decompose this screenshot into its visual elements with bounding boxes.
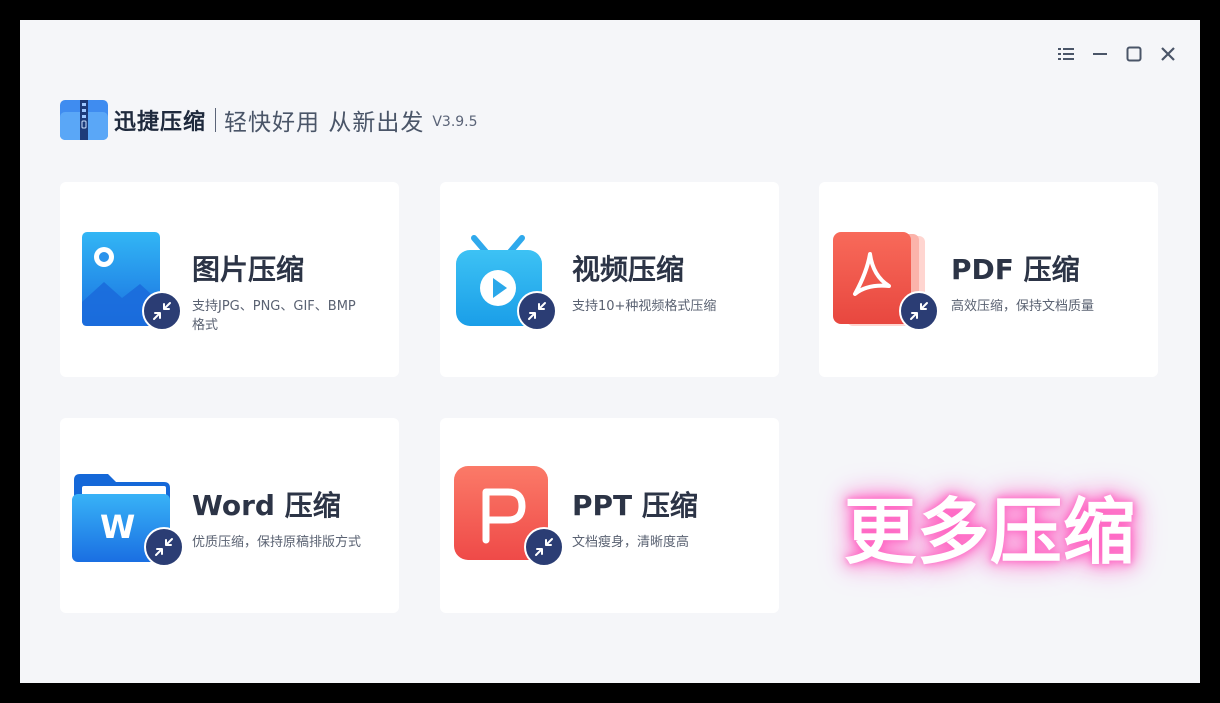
maximize-icon[interactable]	[1124, 44, 1144, 64]
more-compress-label: 更多压缩	[843, 489, 1136, 574]
app-logo-icon	[60, 100, 108, 140]
card-title: PDF 压缩	[951, 253, 1080, 286]
card-title: Word 压缩	[192, 489, 341, 522]
word-compress-card[interactable]: W Word 压缩 优质压缩，保持原稿排版方式	[60, 418, 399, 613]
ppt-compress-card[interactable]: PPT 压缩 文档瘦身，清晰度高	[440, 418, 779, 613]
card-title: 视频压缩	[572, 253, 685, 286]
app-slogan: 轻快好用 从新出发	[224, 110, 425, 136]
app-name: 迅捷压缩	[114, 110, 207, 135]
card-description: 优质压缩，保持原稿排版方式	[192, 535, 362, 550]
compress-badge-icon	[142, 291, 182, 331]
window-controls	[1056, 44, 1178, 64]
header-divider	[215, 108, 217, 132]
card-description: 支持10+种视频格式压缩	[572, 299, 717, 314]
pdf-compress-card[interactable]: PDF 压缩 高效压缩，保持文档质量	[819, 182, 1158, 377]
menu-icon[interactable]	[1056, 44, 1076, 64]
card-description: 高效压缩，保持文档质量	[951, 299, 1095, 314]
card-description: 支持JPG、PNG、GIF、BMP格式	[192, 299, 356, 333]
compress-badge-icon	[144, 527, 184, 567]
card-title: PPT 压缩	[572, 489, 698, 522]
compress-badge-icon	[517, 291, 557, 331]
card-description: 文档瘦身，清晰度高	[572, 535, 690, 550]
svg-text:W: W	[100, 508, 135, 546]
card-title: 图片压缩	[192, 253, 305, 286]
compress-badge-icon	[899, 291, 939, 331]
app-version: V3.9.5	[432, 114, 478, 130]
close-icon[interactable]	[1158, 44, 1178, 64]
minimize-icon[interactable]	[1090, 44, 1110, 64]
app-header: 迅捷压缩 轻快好用 从新出发 V3.9.5	[60, 100, 478, 140]
app-window: 迅捷压缩 轻快好用 从新出发 V3.9.5 图片压缩 支持JPG、PNG、GIF…	[20, 20, 1200, 683]
compress-badge-icon	[524, 527, 564, 567]
image-compress-card[interactable]: 图片压缩 支持JPG、PNG、GIF、BMP格式	[60, 182, 399, 377]
video-compress-card[interactable]: 视频压缩 支持10+种视频格式压缩	[440, 182, 779, 377]
more-compress-button[interactable]: 更多压缩	[820, 465, 1160, 585]
